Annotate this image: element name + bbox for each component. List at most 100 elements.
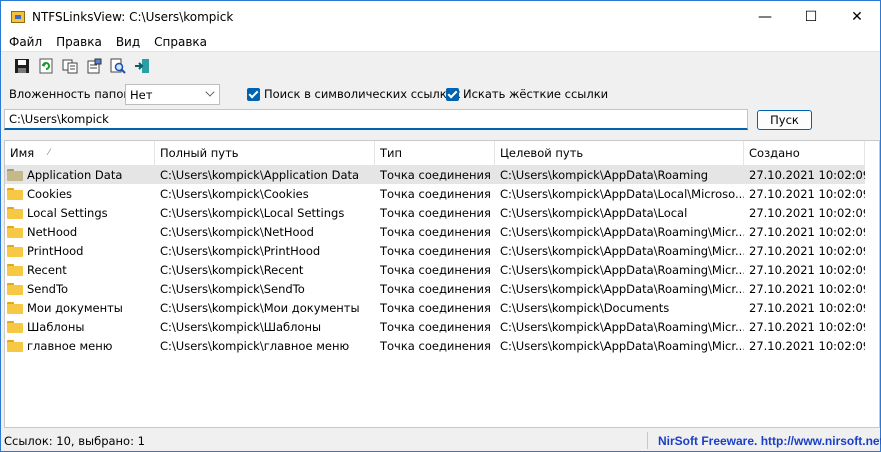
find-button[interactable] — [107, 55, 129, 77]
column-created-label: Создано — [749, 146, 800, 160]
table-row[interactable]: Application Data C:\Users\kompick\Applica… — [5, 165, 865, 184]
options-row: Вложенность папок: Нет Поиск в символиче… — [1, 83, 880, 105]
cell-target-path: C:\Users\kompick\AppData\Roaming\Micr... — [500, 224, 744, 239]
cell-name: PrintHood — [5, 241, 155, 260]
path-row: Пуск — [1, 109, 880, 133]
window-controls: — ☐ ✕ — [742, 1, 880, 32]
cell-type: Точка соединения — [380, 167, 491, 182]
cell-full-path: C:\Users\kompick\NetHood — [160, 224, 314, 239]
cell-type: Точка соединения — [380, 262, 491, 277]
cell-created: 27.10.2021 10:02:09 — [749, 300, 865, 315]
go-button[interactable]: Пуск — [757, 110, 812, 130]
folder-icon — [7, 206, 23, 219]
cell-created: 27.10.2021 10:02:09 — [749, 224, 865, 239]
table-row[interactable]: главное меню C:\Users\kompick\главное мен… — [5, 336, 865, 355]
cell-created: 27.10.2021 10:02:09 — [749, 186, 865, 201]
refresh-button[interactable] — [35, 55, 57, 77]
depth-select[interactable]: Нет — [125, 84, 220, 105]
column-type[interactable]: Тип — [375, 141, 495, 165]
column-full-path-label: Полный путь — [160, 146, 239, 160]
cell-name: Cookies — [5, 184, 155, 203]
menu-edit[interactable]: Правка — [49, 35, 109, 49]
cell-target-path: C:\Users\kompick\AppData\Roaming — [500, 167, 709, 182]
folder-icon — [7, 187, 23, 200]
row-name: PrintHood — [27, 243, 84, 258]
folder-icon — [7, 244, 23, 257]
exit-icon — [135, 58, 149, 73]
title-bar[interactable]: NTFSLinksView: C:\Users\kompick — ☐ ✕ — [1, 1, 880, 32]
sort-asc-icon: ⁄ — [48, 148, 50, 158]
cell-full-path: C:\Users\kompick\PrintHood — [160, 243, 321, 258]
table-row[interactable]: Recent C:\Users\kompick\Recent Точка соеди… — [5, 260, 865, 279]
menu-bar: Файл Правка Вид Справка — [1, 32, 880, 52]
properties-icon — [87, 58, 102, 73]
column-type-label: Тип — [380, 146, 403, 160]
nirsoft-link[interactable]: NirSoft Freeware. http://www.nirsoft.net — [658, 434, 881, 448]
cell-created: 27.10.2021 10:02:09 — [749, 338, 865, 353]
status-divider — [647, 432, 648, 449]
cell-full-path: C:\Users\kompick\Шаблоны — [160, 319, 322, 334]
symlink-checkbox[interactable]: Поиск в символических ссылках — [247, 87, 461, 101]
menu-file[interactable]: Файл — [1, 35, 49, 49]
cell-target-path: C:\Users\kompick\AppData\Roaming\Micr... — [500, 319, 744, 334]
table-row[interactable]: NetHood C:\Users\kompick\NetHood Точка сое… — [5, 222, 865, 241]
copy-button[interactable] — [59, 55, 81, 77]
symlink-label: Поиск в символических ссылках — [264, 87, 461, 101]
cell-type: Точка соединения — [380, 224, 491, 239]
cell-full-path: C:\Users\kompick\Recent — [160, 262, 304, 277]
minimize-button[interactable]: — — [742, 1, 788, 32]
cell-full-path: C:\Users\kompick\SendTo — [160, 281, 305, 296]
cell-target-path: C:\Users\kompick\AppData\Roaming\Micr... — [500, 281, 744, 296]
cell-name: NetHood — [5, 222, 155, 241]
links-list[interactable]: Имя ⁄ Полный путь Тип Целевой путь Созда… — [4, 140, 880, 428]
hardlink-checkbox[interactable]: Искать жёсткие ссылки — [446, 87, 608, 101]
cell-name: Шаблоны — [5, 317, 155, 336]
path-input[interactable] — [4, 109, 748, 130]
table-row[interactable]: PrintHood C:\Users\kompick\PrintHood Точка… — [5, 241, 865, 260]
cell-type: Точка соединения — [380, 243, 491, 258]
cell-target-path: C:\Users\kompick\AppData\Local — [500, 205, 688, 220]
column-full-path[interactable]: Полный путь — [155, 141, 375, 165]
column-target-path-label: Целевой путь — [500, 146, 584, 160]
toolbar — [1, 53, 880, 78]
cell-name: Application Data — [5, 165, 155, 184]
cell-full-path: C:\Users\kompick\Local Settings — [160, 205, 345, 220]
save-button[interactable] — [11, 55, 33, 77]
cell-full-path: C:\Users\kompick\Мои документы — [160, 300, 360, 315]
menu-view[interactable]: Вид — [109, 35, 147, 49]
window-title: NTFSLinksView: C:\Users\kompick — [32, 9, 234, 24]
copy-icon — [62, 59, 78, 73]
row-name: NetHood — [27, 224, 78, 239]
cell-type: Точка соединения — [380, 186, 491, 201]
folder-icon — [7, 225, 23, 238]
column-name[interactable]: Имя ⁄ — [5, 141, 155, 165]
depth-label: Вложенность папок: — [9, 87, 135, 101]
cell-type: Точка соединения — [380, 319, 491, 334]
cell-target-path: C:\Users\kompick\AppData\Roaming\Micr... — [500, 262, 744, 277]
folder-icon — [7, 339, 23, 352]
cell-target-path: C:\Users\kompick\AppData\Roaming\Micr... — [500, 338, 744, 353]
hardlink-label: Искать жёсткие ссылки — [463, 87, 609, 101]
maximize-button[interactable]: ☐ — [788, 1, 834, 32]
table-row[interactable]: Cookies C:\Users\kompick\Cookies Точка сое… — [5, 184, 865, 203]
close-icon: ✕ — [851, 8, 863, 25]
menu-help[interactable]: Справка — [147, 35, 214, 49]
folder-icon — [7, 168, 23, 181]
maximize-icon: ☐ — [804, 8, 818, 25]
column-target-path[interactable]: Целевой путь — [495, 141, 744, 165]
folder-icon — [7, 282, 23, 295]
exit-button[interactable] — [131, 55, 153, 77]
table-row[interactable]: Шаблоны C:\Users\kompick\Шаблоны Точка сое… — [5, 317, 865, 336]
cell-created: 27.10.2021 10:02:09 — [749, 243, 865, 258]
close-button[interactable]: ✕ — [834, 1, 880, 32]
refresh-icon — [39, 58, 53, 73]
table-row[interactable]: Local Settings C:\Users\kompick\Local Set… — [5, 203, 865, 222]
folder-icon — [7, 301, 23, 314]
cell-name: Мои документы — [5, 298, 155, 317]
row-name: Recent — [27, 262, 67, 277]
table-row[interactable]: SendTo C:\Users\kompick\SendTo Точка соеди… — [5, 279, 865, 298]
cell-name: Local Settings — [5, 203, 155, 222]
table-row[interactable]: Мои документы C:\Users\kompick\Мои докуме… — [5, 298, 865, 317]
properties-button[interactable] — [83, 55, 105, 77]
column-created[interactable]: Создано — [744, 141, 865, 165]
